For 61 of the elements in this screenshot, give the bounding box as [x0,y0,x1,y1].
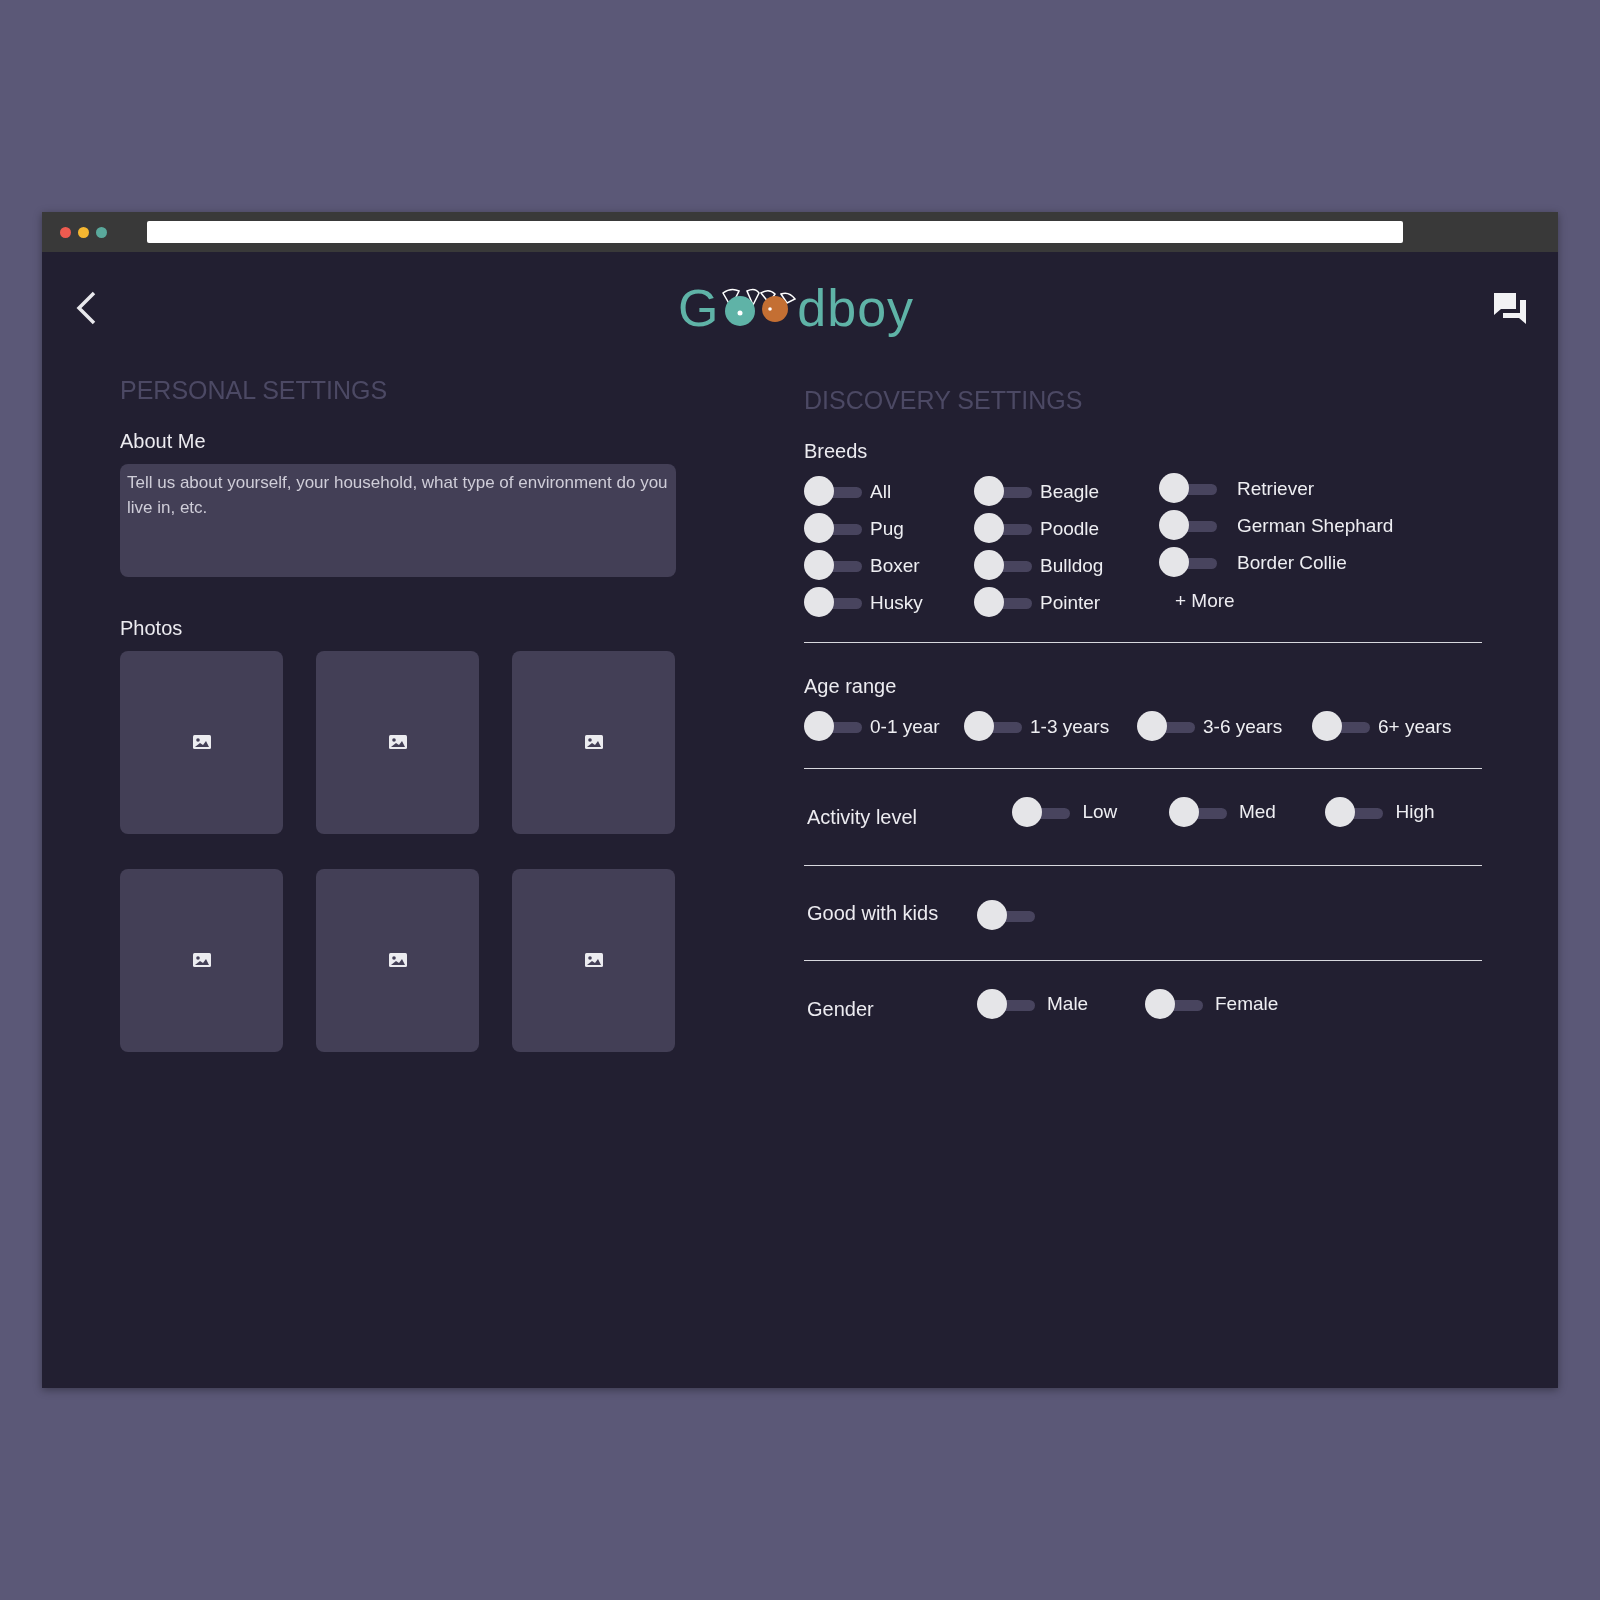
minimize-dot[interactable] [78,226,89,238]
image-icon [584,735,603,749]
section-label: Gender [807,996,875,1022]
image-icon [388,953,407,967]
option-label: Pointer [1040,590,1101,615]
close-dot[interactable] [60,226,71,238]
about-me-field[interactable]: Tell us about yourself, your household, what type of environment do you live in, etc. [120,463,676,577]
option-label: Boxer [870,553,920,578]
image-icon [192,953,211,967]
option-label: 0-1 year [870,714,940,739]
toggle-switch[interactable] [974,587,1032,619]
option-label: Beagle [1040,479,1100,504]
option-label: Husky [870,590,923,615]
toggle-switch[interactable] [804,550,862,582]
toggle-switch[interactable] [974,513,1032,545]
option-label: Retriever [1237,476,1315,501]
option-label: Border Collie [1237,550,1347,575]
more-link[interactable]: + More [1175,581,1459,619]
option-label: Med [1238,800,1276,825]
chat-icon[interactable] [1492,291,1528,325]
toggle-switch[interactable] [1159,510,1217,542]
option-label: 1-3 years [1030,714,1110,739]
logo-text: G [677,282,720,334]
option-label: Pug [870,516,904,541]
section-label: Breeds [804,438,869,464]
option-label: Poodle [1040,516,1100,541]
image-icon [584,953,603,967]
field-label: About Me [120,428,207,454]
toggle-switch[interactable] [1325,796,1384,829]
option-label: Low [1082,800,1118,825]
option-label: Bulldog [1040,553,1104,578]
section-label: Good with kids [807,900,940,926]
zoom-dot[interactable] [96,226,107,238]
option-label: German Shephard [1237,513,1394,538]
toggle-switch[interactable] [1012,796,1071,829]
section-label: Photos [120,615,184,641]
image-icon [192,735,211,749]
toggle-switch[interactable] [977,899,1035,932]
toggle-switch[interactable] [974,476,1032,508]
toggle-switch[interactable] [1159,473,1217,505]
option-label: High [1395,800,1435,825]
toggle-switch[interactable] [1312,711,1370,743]
toggle-switch[interactable] [964,711,1022,743]
option-label: All [870,479,892,504]
toggle-switch[interactable] [1137,711,1195,743]
toggle-switch[interactable] [977,988,1035,1021]
option-label: 6+ years [1378,714,1452,739]
option-label: 3-6 years [1203,714,1283,739]
toggle-switch[interactable] [1168,796,1227,829]
toggle-switch[interactable] [804,476,862,508]
toggle-switch[interactable] [1145,988,1203,1021]
section-label: Age range [804,673,898,699]
option-label: Female [1215,992,1279,1017]
toggle-switch[interactable] [1159,547,1217,579]
toggle-switch[interactable] [804,513,862,545]
image-icon [388,735,407,749]
toggle-switch[interactable] [974,550,1032,582]
section-label: Activity level [807,804,919,830]
toggle-switch[interactable] [804,711,862,743]
toggle-switch[interactable] [804,587,862,619]
option-label: Male [1047,992,1089,1017]
